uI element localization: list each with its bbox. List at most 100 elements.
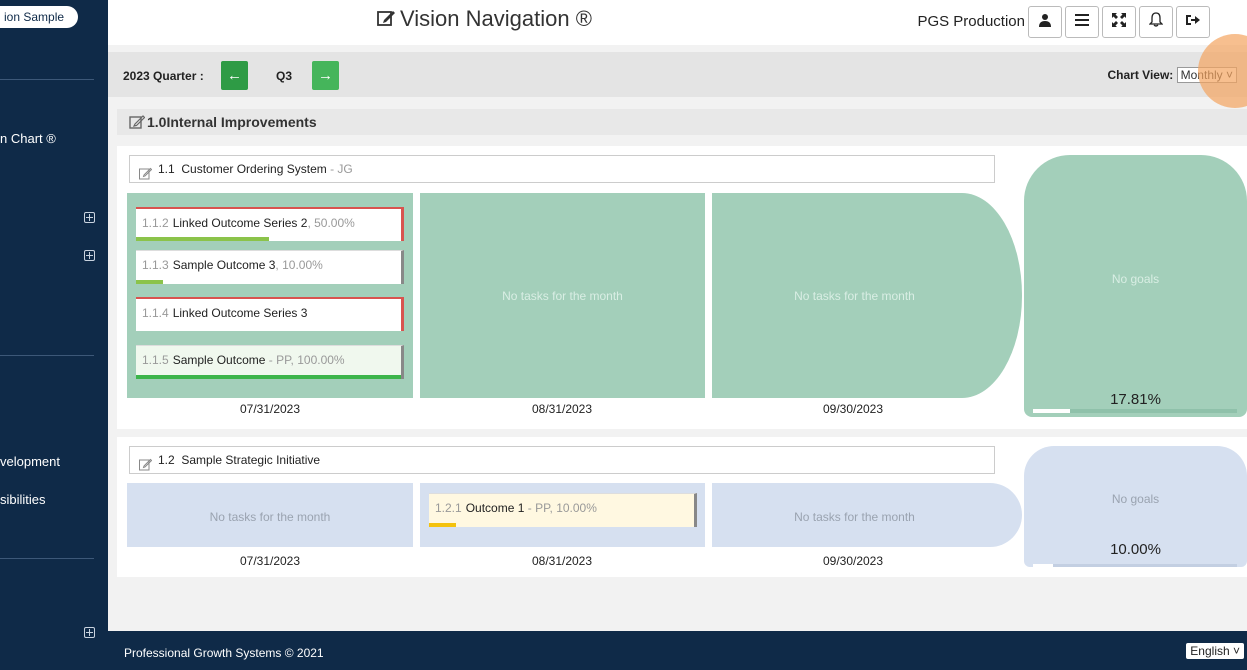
goal-column: No goals 10.00%: [1024, 446, 1247, 567]
edit-icon[interactable]: [139, 454, 153, 480]
progress-bar: [429, 523, 456, 527]
empty-message: No tasks for the month: [209, 510, 331, 524]
outcome-number: 1.1.3: [142, 258, 169, 272]
month-date: 09/30/2023: [822, 402, 884, 416]
month-column: No tasks for the month: [712, 193, 1022, 398]
month-column: No tasks for the month: [127, 483, 413, 547]
outcome-label: Linked Outcome Series 3: [172, 306, 308, 320]
edit-icon: [376, 8, 396, 34]
bell-icon: [1148, 12, 1164, 32]
sidebar-divider: [0, 558, 94, 559]
quarter-value: Q3: [276, 69, 293, 83]
outcome-card[interactable]: 1.1.4 Linked Outcome Series 3: [136, 297, 404, 331]
goal-label: No goals: [1111, 272, 1160, 286]
outcome-label: Sample Outcome 3: [172, 258, 276, 272]
sidebar-divider: [0, 355, 94, 356]
progress-bar: [136, 375, 401, 379]
outcome-meta: , 50.00%: [307, 216, 355, 230]
outcome-number: 1.2.1: [435, 501, 462, 515]
goal-label: No goals: [1111, 492, 1160, 506]
user-button[interactable]: [1028, 6, 1062, 38]
sidebar: ion Sample n Chart ® velopment sibilitie…: [0, 0, 108, 670]
outcome-card[interactable]: 1.1.2 Linked Outcome Series 2, 50.00%: [136, 207, 404, 241]
quarter-label: 2023 Quarter :: [123, 69, 204, 83]
outcome-meta: - PP, 100.00%: [265, 353, 345, 367]
empty-message: No tasks for the month: [794, 289, 915, 303]
outcome-number: 1.1.4: [142, 306, 169, 320]
initiative-name: Sample Strategic Initiative: [181, 453, 321, 467]
language-select[interactable]: English ˅: [1186, 643, 1244, 659]
sidebar-brand[interactable]: ion Sample: [0, 6, 78, 28]
fullscreen-button[interactable]: [1102, 6, 1136, 38]
outcome-label: Linked Outcome Series 2: [172, 216, 308, 230]
outcome-number: 1.1.5: [142, 353, 169, 367]
goal-column: No goals 17.81%: [1024, 155, 1247, 417]
arrow-right-icon: →: [318, 67, 333, 84]
initiative-title[interactable]: 1.1 Customer Ordering System - JG: [129, 155, 995, 183]
month-date: 07/31/2023: [239, 402, 301, 416]
outcome-meta: - PP, 10.00%: [524, 501, 597, 515]
initiative-name: Customer Ordering System: [181, 162, 327, 176]
sidebar-divider: [0, 79, 94, 80]
user-icon: [1038, 13, 1052, 32]
month-column: 1.1.2 Linked Outcome Series 2, 50.00% 1.1…: [127, 193, 413, 398]
initiative-title[interactable]: 1.2 Sample Strategic Initiative: [129, 446, 995, 474]
outcome-card[interactable]: 1.1.5 Sample Outcome - PP, 100.00%: [136, 345, 404, 379]
sidebar-item-development[interactable]: velopment: [0, 454, 60, 469]
page-title: Vision Navigation ®: [376, 6, 592, 34]
empty-message: No tasks for the month: [794, 510, 915, 524]
initiative-panel: 1.2 Sample Strategic Initiative No tasks…: [117, 437, 1247, 577]
goal-progress-fill: [1033, 564, 1054, 567]
outcome-card[interactable]: 1.2.1 Outcome 1 - PP, 10.00%: [429, 493, 697, 527]
logout-button[interactable]: [1176, 6, 1210, 38]
menu-button[interactable]: [1065, 6, 1099, 38]
month-column: No tasks for the month: [712, 483, 1022, 547]
expand-icon[interactable]: [84, 250, 95, 261]
outcome-number: 1.1.2: [142, 216, 169, 230]
sidebar-item-chart[interactable]: n Chart ®: [0, 131, 56, 146]
initiative-panel: 1.1 Customer Ordering System - JG 1.1.2 L…: [117, 146, 1247, 429]
outcome-label: Sample Outcome: [172, 353, 266, 367]
empty-message: No tasks for the month: [502, 289, 623, 303]
org-name: PGS Production: [917, 13, 1025, 30]
progress-bar: [136, 237, 269, 241]
outcome-label: Outcome 1: [465, 501, 525, 515]
goal-progress-fill: [1033, 409, 1070, 413]
edit-icon[interactable]: [129, 112, 146, 138]
goal-percent: 17.81%: [1110, 391, 1161, 408]
edit-icon[interactable]: [139, 163, 153, 189]
month-date: 08/31/2023: [531, 554, 593, 568]
month-column: No tasks for the month: [420, 193, 705, 398]
month-date: 08/31/2023: [531, 402, 593, 416]
month-date: 07/31/2023: [239, 554, 301, 568]
expand-icon[interactable]: [84, 627, 95, 638]
app-title-text: Vision Navigation ®: [400, 6, 592, 31]
next-quarter-button[interactable]: →: [312, 61, 339, 90]
expand-icon[interactable]: [84, 212, 95, 223]
quarter-bar: 2023 Quarter : ← Q3 → Chart View: Monthl…: [108, 52, 1247, 97]
initiative-owner: - JG: [326, 162, 353, 176]
sidebar-item-responsibilities[interactable]: sibilities: [0, 492, 46, 507]
footer: Professional Growth Systems © 2021 Engli…: [108, 631, 1247, 670]
goal-percent: 10.00%: [1110, 541, 1161, 558]
month-date: 09/30/2023: [822, 554, 884, 568]
previous-quarter-button[interactable]: ←: [221, 61, 248, 90]
copyright: Professional Growth Systems © 2021: [124, 646, 324, 660]
header: Vision Navigation ® PGS Production: [108, 0, 1247, 45]
section-title: 1.0Internal Improvements: [147, 114, 317, 130]
month-column: 1.2.1 Outcome 1 - PP, 10.00%: [420, 483, 705, 547]
initiative-number: 1.2: [158, 453, 175, 467]
progress-bar: [136, 280, 163, 284]
goal-progress-track: [1033, 409, 1237, 413]
logout-icon: [1186, 13, 1200, 31]
initiative-number: 1.1: [158, 162, 175, 176]
menu-icon: [1075, 13, 1089, 31]
notifications-button[interactable]: [1139, 6, 1173, 38]
expand-icon: [1112, 12, 1126, 32]
chart-view-label: Chart View:: [1107, 68, 1174, 82]
goal-progress-track: [1033, 564, 1237, 567]
section-header[interactable]: 1.0Internal Improvements: [117, 109, 1247, 135]
arrow-left-icon: ←: [227, 67, 242, 84]
outcome-card[interactable]: 1.1.3 Sample Outcome 3, 10.00%: [136, 250, 404, 284]
outcome-meta: , 10.00%: [275, 258, 323, 272]
